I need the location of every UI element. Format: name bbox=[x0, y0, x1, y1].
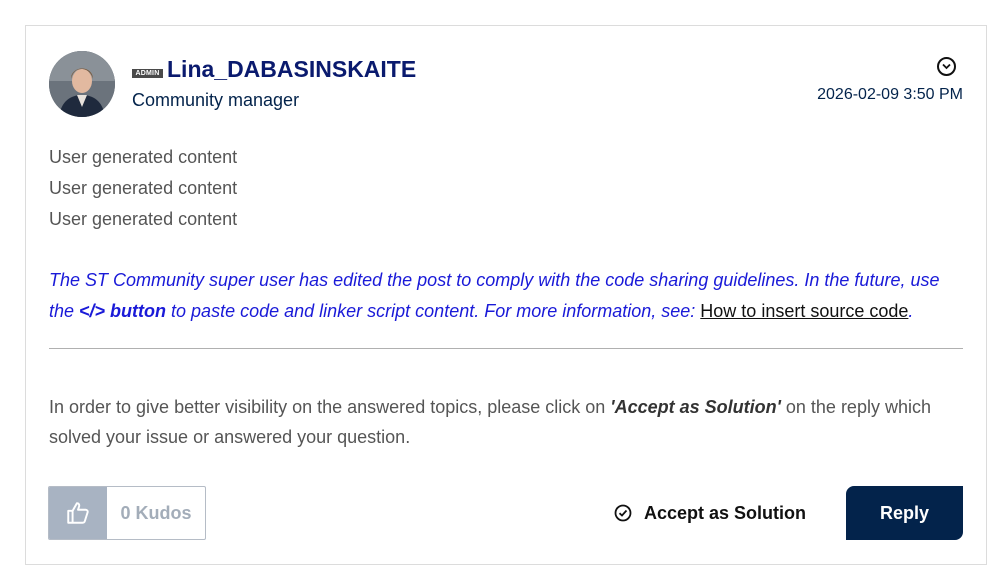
accept-as-solution-button[interactable]: Accept as Solution bbox=[614, 498, 806, 528]
content-line: User generated content bbox=[49, 178, 238, 198]
accept-solution-note: In order to give better visibility on th… bbox=[49, 397, 931, 447]
divider bbox=[49, 348, 963, 349]
content-line: User generated content bbox=[49, 147, 238, 167]
accept-as-solution-label: Accept as Solution bbox=[644, 502, 807, 523]
kudos-group: 0 Kudos bbox=[48, 486, 206, 540]
author-rank: Community manager bbox=[132, 90, 300, 110]
options-menu-button[interactable] bbox=[937, 57, 956, 76]
kudos-button[interactable] bbox=[49, 487, 107, 539]
author-username[interactable]: Lina_DABASINSKAITE bbox=[167, 56, 416, 83]
check-circle-icon bbox=[614, 504, 632, 522]
content-line: User generated content bbox=[49, 209, 238, 229]
admin-badge: ADMIN bbox=[132, 69, 163, 78]
chevron-down-icon bbox=[942, 63, 951, 70]
insert-source-code-link[interactable]: How to insert source code bbox=[700, 301, 908, 321]
reply-button[interactable]: Reply bbox=[846, 486, 963, 540]
moderation-notice: The ST Community super user has edited t… bbox=[49, 270, 940, 321]
post-timestamp: 2026-02-09 3:50 PM bbox=[817, 86, 963, 103]
thumbs-up-icon bbox=[67, 502, 89, 524]
avatar[interactable] bbox=[49, 51, 115, 117]
kudos-count: 0 Kudos bbox=[120, 502, 192, 523]
code-button-mention: </> button bbox=[79, 301, 167, 321]
